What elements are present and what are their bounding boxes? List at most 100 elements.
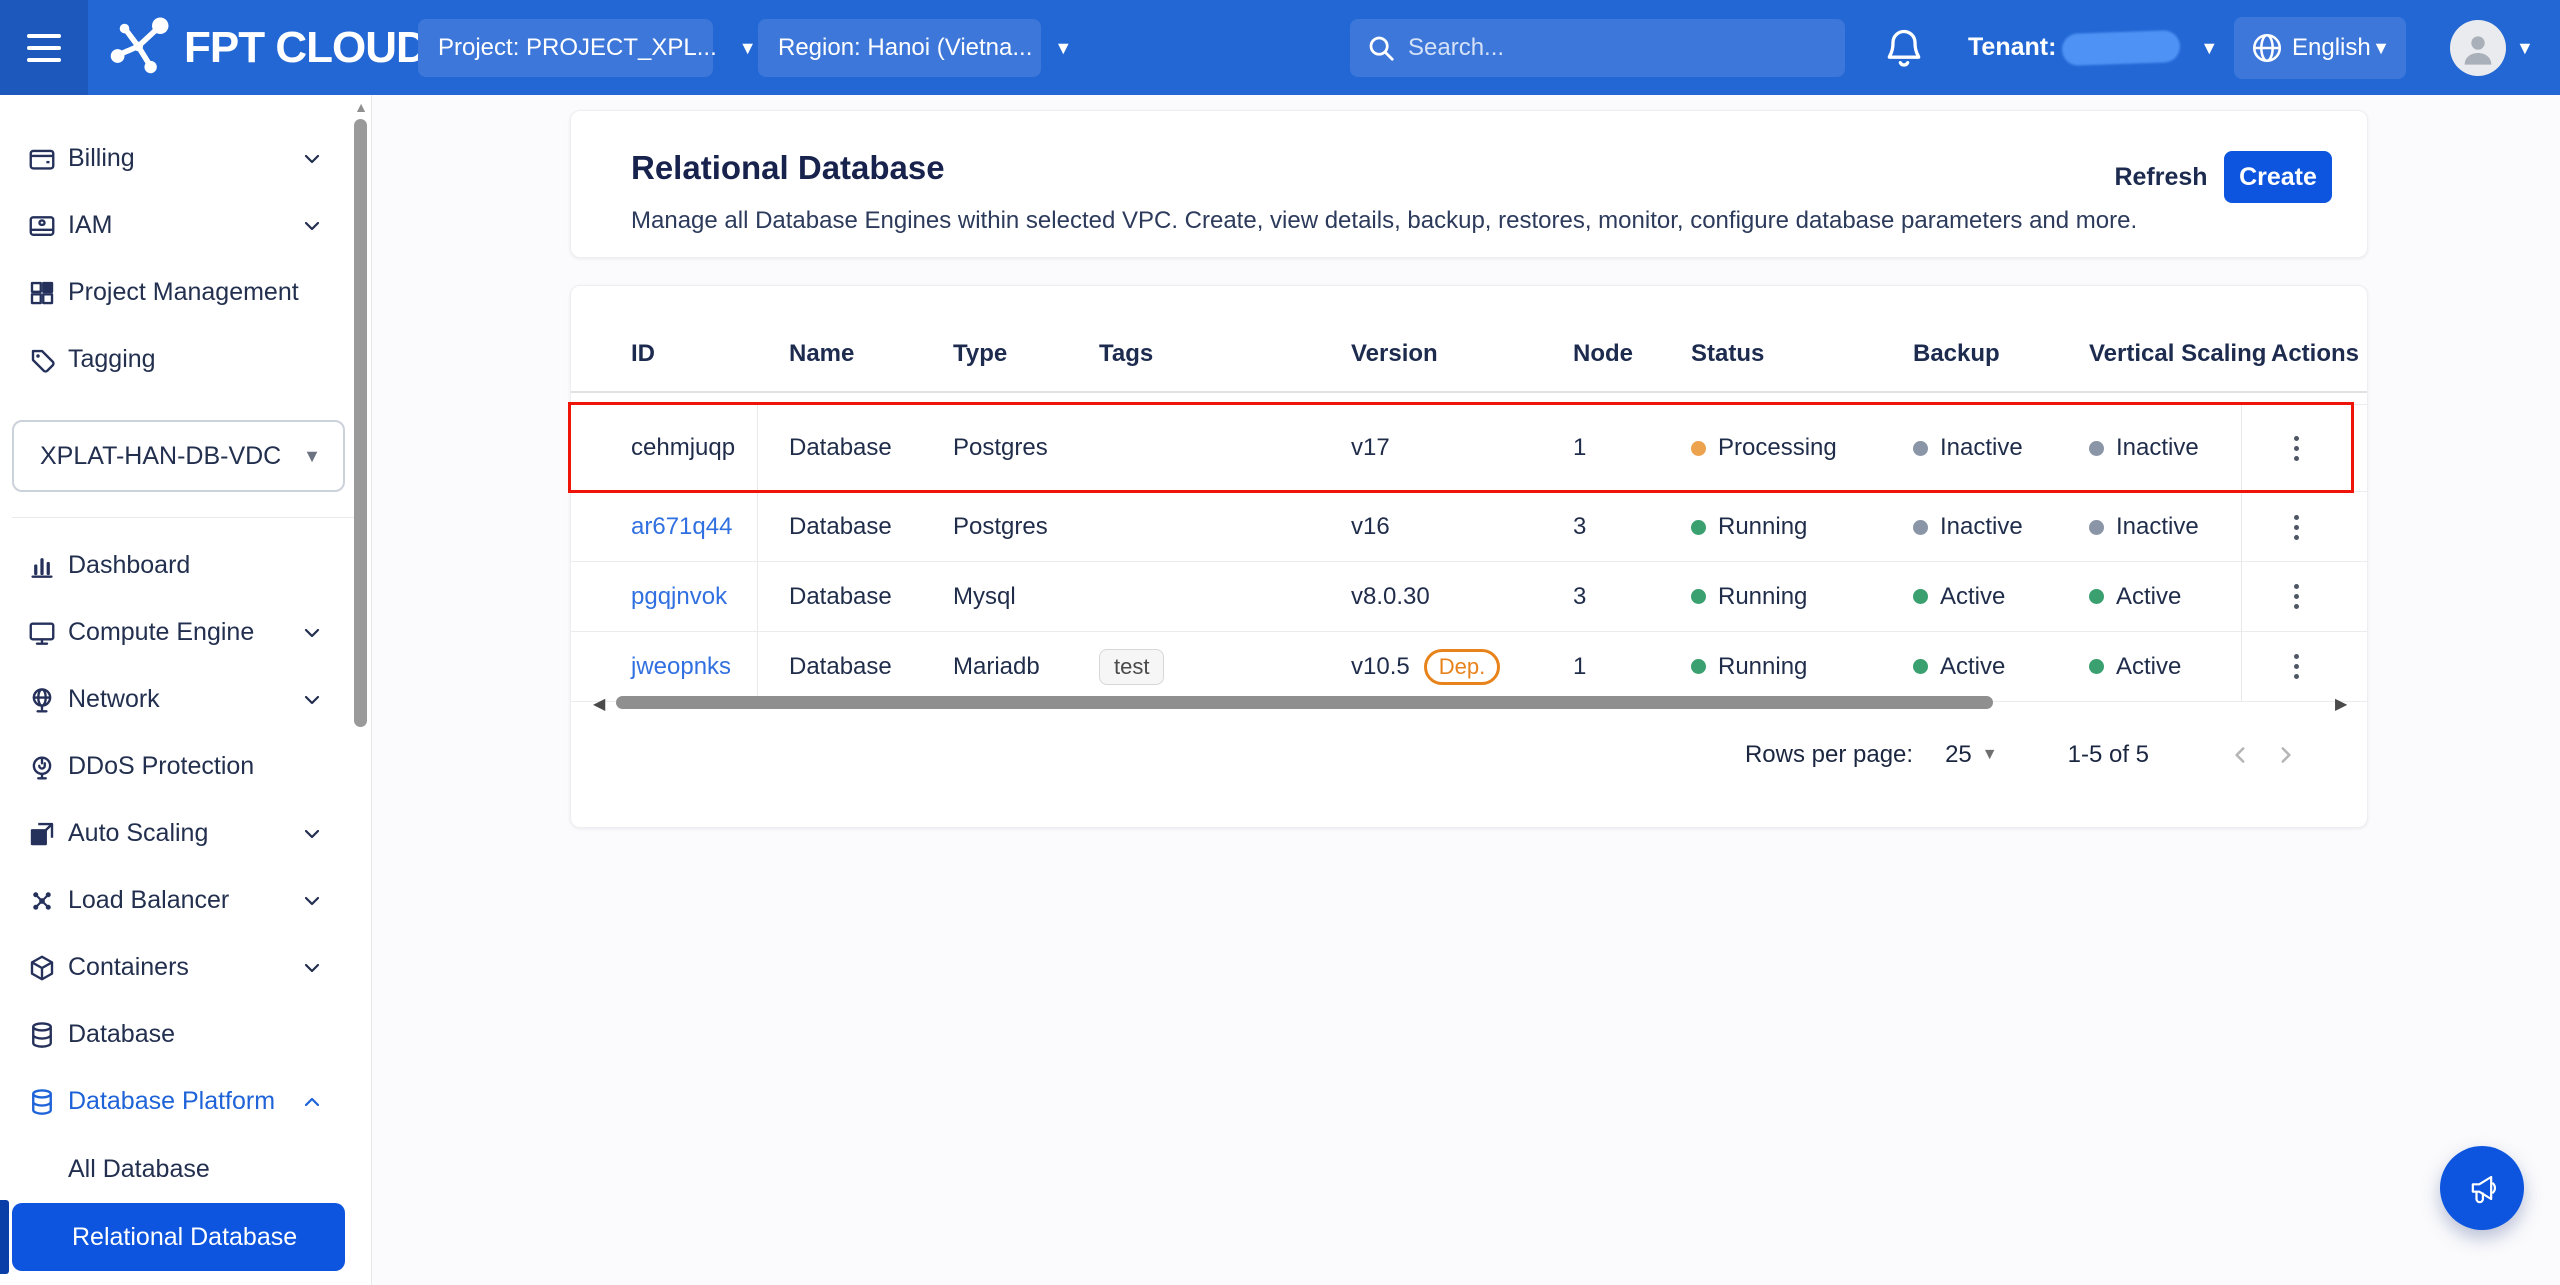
sidebar-subitem-relational-database[interactable]: Relational Database	[12, 1203, 345, 1271]
column-header-name: Name	[789, 339, 855, 367]
database-icon	[26, 1019, 58, 1051]
notifications-button[interactable]	[1882, 26, 1926, 70]
refresh-button[interactable]: Refresh	[2106, 151, 2216, 203]
sidebar-item-ddos-protection[interactable]: DDoS Protection	[0, 733, 348, 800]
sidebar-item-load-balancer[interactable]: Load Balancer	[0, 867, 348, 934]
pagination-bar: Rows per page: 25 ▼ 1-5 of 5	[1745, 728, 2307, 782]
globe-icon	[2250, 31, 2284, 65]
db-tags: test	[1099, 648, 1165, 685]
vdc-select[interactable]: XPLAT-HAN-DB-VDC ▼	[12, 420, 345, 492]
status-dot	[1913, 589, 1928, 604]
hamburger-menu-button[interactable]	[0, 0, 88, 95]
sidebar-item-tagging[interactable]: Tagging	[0, 326, 348, 393]
project-dropdown[interactable]: Project: PROJECT_XPL... ▼	[418, 19, 757, 77]
containers-icon	[26, 952, 58, 984]
db-id-link[interactable]: ar671q44	[631, 513, 732, 541]
sidebar-subitem-all-database[interactable]: All Database	[0, 1136, 348, 1203]
sidebar-item-database-platform[interactable]: Database Platform	[0, 1068, 348, 1135]
db-backup-status: Inactive	[1913, 513, 2023, 541]
ddos-protection-icon	[26, 751, 58, 783]
db-name: Database	[789, 513, 892, 540]
table-row: pgqjnvok Database Mysql v8.0.30 3 Runnin…	[571, 562, 2367, 632]
status-dot	[2089, 440, 2104, 456]
sidebar-item-dashboard[interactable]: Dashboard	[0, 532, 348, 599]
db-status: Running	[1691, 653, 1807, 681]
db-version: v17	[1351, 434, 1390, 461]
db-node-count: 1	[1573, 652, 1587, 680]
row-actions-menu-button[interactable]	[2271, 640, 2321, 694]
db-vertical-scaling-status: Active	[2089, 653, 2181, 681]
chevron-down-icon: ▼	[303, 446, 321, 466]
database-platform-icon	[26, 1086, 58, 1118]
row-actions-menu-button[interactable]	[2271, 421, 2321, 475]
table-row: jweopnks Database Mariadb test v10.5 Dep…	[571, 632, 2367, 702]
sidebar-scrollbar-up-arrow[interactable]: ▲	[352, 99, 370, 115]
db-backup-status: Active	[1913, 583, 2005, 611]
megaphone-icon	[2460, 1166, 2504, 1210]
sidebar-item-database[interactable]: Database	[0, 1001, 348, 1068]
chevron-down-icon	[300, 822, 324, 846]
status-dot	[2089, 589, 2104, 604]
language-value: English	[2292, 34, 2371, 61]
chevron-down-icon: ▼	[1981, 746, 1998, 763]
chevron-down-icon	[300, 889, 324, 913]
db-node-count: 1	[1573, 434, 1587, 461]
sidebar-item-iam[interactable]: IAM	[0, 192, 348, 259]
pagination-range: 1-5 of 5	[2067, 741, 2149, 768]
status-dot	[1691, 659, 1706, 674]
hscrollbar-right-arrow[interactable]: ▶	[2335, 694, 2347, 714]
brand-logo[interactable]: FPT CLOUD	[108, 0, 428, 95]
hscrollbar-left-arrow[interactable]: ◀	[593, 694, 605, 714]
sticky-id-column-divider	[757, 404, 758, 702]
db-vertical-scaling-status: Inactive	[2089, 434, 2199, 462]
table-row: ar671q44 Database Postgres v16 3 Running…	[571, 493, 2367, 562]
project-dropdown-value: Project: PROJECT_XPL...	[438, 34, 717, 61]
sidebar-item-containers[interactable]: Containers	[0, 934, 348, 1001]
db-vertical-scaling-status: Active	[2089, 583, 2181, 611]
sidebar-item-auto-scaling[interactable]: Auto Scaling	[0, 800, 348, 867]
db-id-link[interactable]: jweopnks	[631, 653, 731, 681]
rows-per-page-label: Rows per page:	[1744, 741, 1914, 768]
next-page-button[interactable]	[2263, 733, 2307, 777]
hamburger-icon	[27, 30, 61, 66]
db-type: Postgres	[953, 513, 1048, 540]
sidebar-item-billing[interactable]: Billing	[0, 125, 348, 192]
sticky-actions-column-divider	[2241, 404, 2242, 702]
previous-page-button[interactable]	[2219, 733, 2263, 777]
search-input[interactable]	[1408, 34, 1829, 62]
status-dot	[2089, 519, 2104, 535]
status-dot	[2089, 659, 2104, 674]
rows-per-page-select[interactable]: 25 ▼	[1945, 741, 1998, 769]
db-id-link[interactable]: pgqjnvok	[631, 583, 727, 611]
create-button[interactable]: Create	[2224, 151, 2332, 203]
status-dot	[1691, 589, 1706, 604]
user-menu[interactable]: ▼	[2450, 0, 2534, 95]
column-header-backup: Backup	[1913, 339, 2000, 367]
db-type: Mysql	[953, 582, 1016, 610]
db-id: cehmjuqp	[631, 434, 736, 461]
page-header-card: Relational Database Manage all Database …	[570, 110, 2368, 258]
sidebar-divider	[12, 517, 360, 518]
region-dropdown[interactable]: Region: Hanoi (Vietna... ▼	[758, 19, 1072, 77]
language-dropdown[interactable]: English ▼	[2234, 17, 2406, 79]
sidebar-item-project-management[interactable]: Project Management	[0, 259, 348, 326]
column-header-tags: Tags	[1099, 339, 1154, 367]
tenant-dropdown[interactable]: Tenant: ▼	[1968, 0, 2218, 95]
status-dot	[1691, 519, 1706, 535]
db-type: Postgres	[953, 434, 1048, 461]
hscrollbar-thumb[interactable]	[616, 696, 1993, 709]
announcements-fab[interactable]	[2440, 1146, 2524, 1230]
table-header-divider	[571, 391, 2367, 393]
db-backup-status: Inactive	[1913, 434, 2023, 462]
chevron-down-icon: ▼	[2516, 37, 2534, 58]
db-backup-status: Active	[1913, 653, 2005, 681]
search-icon	[1366, 33, 1396, 63]
row-actions-menu-button[interactable]	[2271, 570, 2321, 624]
sidebar-item-compute-engine[interactable]: Compute Engine	[0, 599, 348, 666]
row-actions-menu-button[interactable]	[2271, 500, 2321, 554]
sidebar-item-network[interactable]: Network	[0, 666, 348, 733]
brand-logo-text: FPT CLOUD	[184, 22, 428, 72]
global-search	[1350, 19, 1845, 77]
tag-icon	[26, 344, 58, 376]
sidebar-scrollbar-thumb[interactable]	[354, 119, 367, 727]
